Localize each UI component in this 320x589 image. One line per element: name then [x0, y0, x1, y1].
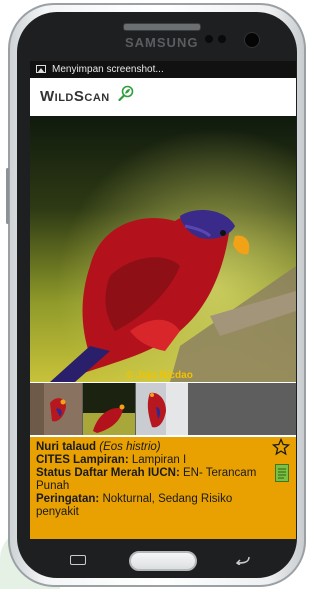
screen: Menyimpan screenshot... WildScan © Jojo …: [30, 61, 296, 539]
species-info-panel: Nuri talaud (Eos histrio) CITES Lampiran…: [30, 437, 296, 539]
cites-label: CITES Lampiran:: [36, 454, 129, 466]
thumbnail[interactable]: [30, 383, 82, 435]
thumbnail[interactable]: [83, 383, 135, 435]
species-common-name: Nuri talaud: [36, 441, 97, 453]
warning-label: Peringatan:: [36, 493, 100, 505]
back-key-icon[interactable]: [234, 555, 252, 565]
logo-text: WildScan: [40, 88, 110, 105]
species-name-line: Nuri talaud (Eos histrio): [36, 441, 266, 454]
speaker-grille: [123, 23, 201, 31]
thumbnail-strip: [30, 383, 296, 435]
image-icon: [36, 65, 46, 73]
status-bar: Menyimpan screenshot...: [30, 61, 296, 78]
sensor-dot: [218, 35, 226, 43]
notification-text: Menyimpan screenshot...: [52, 64, 164, 75]
thumbnail[interactable]: [136, 383, 188, 435]
magnifier-leaf-icon: [118, 85, 134, 101]
app-header: WildScan: [30, 78, 296, 114]
iucn-line: Status Daftar Merah IUCN: EN- Terancam P…: [36, 467, 266, 493]
app-logo[interactable]: WildScan: [40, 88, 110, 105]
front-camera: [244, 32, 260, 48]
iucn-label: Status Daftar Merah IUCN:: [36, 467, 180, 479]
device-brand: SAMSUNG: [125, 35, 199, 50]
menu-key[interactable]: [70, 555, 86, 565]
warning-line: Peringatan: Nokturnal, Sedang Risiko pen…: [36, 493, 266, 519]
parrot-image: [30, 116, 296, 382]
species-photo[interactable]: [30, 116, 296, 382]
species-scientific-name: (Eos histrio): [99, 441, 161, 453]
volume-button[interactable]: [6, 168, 9, 224]
star-icon[interactable]: [272, 438, 290, 456]
photo-credit: © Jojo Nicdao: [126, 370, 193, 381]
home-button[interactable]: [129, 551, 197, 571]
cites-line: CITES Lampiran: Lampiran I: [36, 454, 266, 467]
cites-value: Lampiran I: [131, 454, 187, 466]
sensor-dot: [205, 35, 213, 43]
notes-icon[interactable]: [275, 464, 289, 482]
